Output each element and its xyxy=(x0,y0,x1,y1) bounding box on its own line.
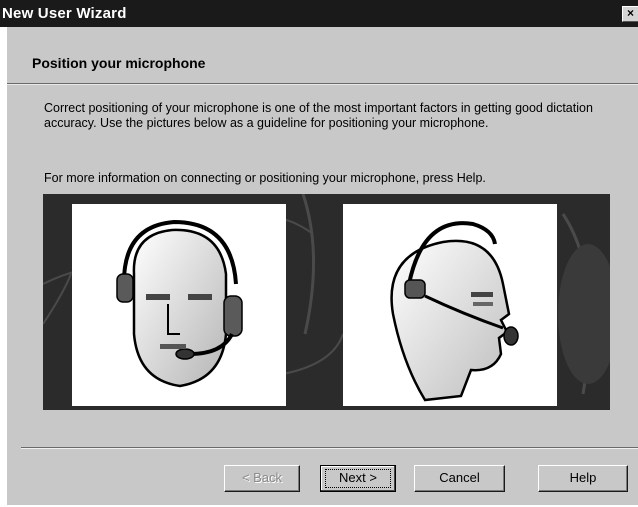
footer-divider-highlight xyxy=(21,448,638,449)
page-heading: Position your microphone xyxy=(32,55,206,71)
cancel-button[interactable]: Cancel xyxy=(414,465,505,492)
back-button[interactable]: < Back xyxy=(224,465,300,492)
close-button[interactable]: × xyxy=(622,6,638,22)
screen-edge-left xyxy=(0,0,7,507)
window-title: New User Wizard xyxy=(2,5,127,22)
side-view-illustration xyxy=(343,204,557,406)
close-icon: × xyxy=(626,6,634,20)
headset-front-icon xyxy=(116,219,243,388)
instruction-paragraph: Correct positioning of your microphone i… xyxy=(44,101,593,130)
focus-rectangle xyxy=(325,469,391,488)
front-view-illustration xyxy=(72,204,286,406)
illustration-panel xyxy=(43,194,610,410)
title-bar[interactable]: New User Wizard × xyxy=(0,0,638,27)
next-button[interactable]: Next > xyxy=(320,465,396,492)
header-divider-highlight xyxy=(7,84,638,85)
wizard-window: New User Wizard × Position your micropho… xyxy=(0,0,638,507)
help-button[interactable]: Help xyxy=(538,465,628,492)
help-hint-paragraph: For more information on connecting or po… xyxy=(44,171,486,185)
headset-side-icon xyxy=(390,221,519,402)
